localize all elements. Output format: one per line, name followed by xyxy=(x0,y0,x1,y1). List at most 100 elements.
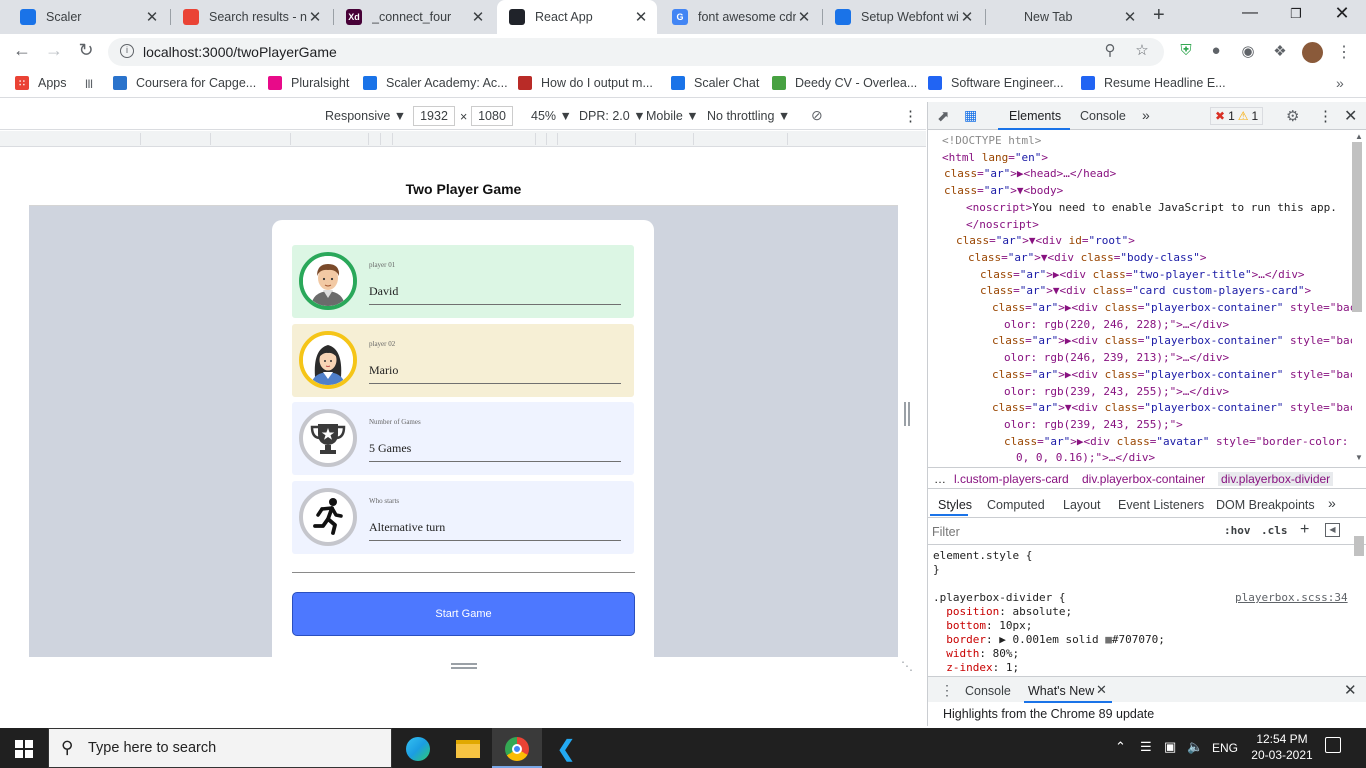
bookmark-item[interactable]: Pluralsight xyxy=(268,76,349,90)
reload-icon[interactable]: ↻ xyxy=(74,40,98,61)
viewport-bottom-resize-handle[interactable] xyxy=(451,663,477,669)
volume-icon[interactable]: 🔈 xyxy=(1187,739,1203,755)
tab-close-icon[interactable]: ✕ xyxy=(1122,8,1138,26)
dom-node-line[interactable]: class="ar">▼<div class="playerbox-contai… xyxy=(992,400,1352,417)
shield-extension-icon[interactable]: ⛨ xyxy=(1176,42,1196,62)
profile-avatar[interactable] xyxy=(1302,42,1323,63)
dom-scrollbar[interactable] xyxy=(1352,142,1362,312)
forward-icon[interactable]: → xyxy=(42,40,66,61)
device-toggle-icon[interactable]: ▦ xyxy=(964,107,977,124)
zoom-search-icon[interactable]: ⚲ xyxy=(1100,41,1120,61)
breadcrumb-more[interactable]: … xyxy=(934,472,946,486)
new-style-rule-icon[interactable]: + xyxy=(1300,521,1309,539)
styles-scrollbar[interactable] xyxy=(1354,536,1364,556)
tray-expand-icon[interactable]: ⌃ xyxy=(1115,739,1126,755)
breadcrumb-playerbox[interactable]: div.playerbox-container xyxy=(1082,472,1205,486)
browser-tab[interactable]: React App ✕ xyxy=(497,0,657,34)
scroll-down-icon[interactable]: ▼ xyxy=(1353,453,1365,463)
player-one-name[interactable]: David xyxy=(369,284,398,299)
bookmark-item[interactable]: How do I output m... xyxy=(518,76,653,90)
site-info-icon[interactable]: i xyxy=(120,44,134,58)
tab-elements[interactable]: Elements xyxy=(1009,109,1061,123)
games-value[interactable]: 5 Games xyxy=(369,441,411,456)
style-rule-line[interactable]: border: ▶ 0.001em solid ■#707070; xyxy=(933,633,1165,647)
who-starts-box[interactable]: Who starts Alternative turn xyxy=(292,481,634,554)
language-indicator[interactable]: ENG xyxy=(1212,741,1238,755)
dom-node-line[interactable]: class="ar">▼<div class="card custom-play… xyxy=(980,283,1311,300)
style-rule-line[interactable]: width: 80%; xyxy=(933,647,1019,661)
issues-counter[interactable]: ✖ 1 ⚠ 1 xyxy=(1210,107,1264,125)
who-starts-value[interactable]: Alternative turn xyxy=(369,520,445,535)
dom-tree[interactable]: <!DOCTYPE html> <html lang="en"> class="ar… xyxy=(928,131,1352,465)
number-of-games-box[interactable]: Number of Games 5 Games xyxy=(292,402,634,475)
drawer-tab-whats-new[interactable]: What's New xyxy=(1028,684,1094,698)
drawer-tab-console[interactable]: Console xyxy=(965,684,1011,698)
tab-close-icon[interactable]: ✕ xyxy=(470,8,486,26)
menu-kebab-icon[interactable]: ⋮ xyxy=(1334,42,1354,62)
browser-tab[interactable]: Search results - na ✕ xyxy=(171,0,331,34)
bookmark-item[interactable]: Software Engineer... xyxy=(928,76,1064,90)
dom-node-line[interactable]: class="ar">▼<body> xyxy=(944,183,1063,200)
width-input[interactable]: 1932 xyxy=(413,106,455,126)
bookmark-item[interactable]: Deedy CV - Overlea... xyxy=(772,76,917,90)
devtools-close-icon[interactable]: ✕ xyxy=(1344,106,1357,126)
dom-node-line[interactable]: <html lang="en"> xyxy=(942,150,1048,167)
cls-toggle[interactable]: .cls xyxy=(1261,524,1288,537)
file-explorer-icon[interactable] xyxy=(455,736,481,762)
tab-close-icon[interactable]: ✕ xyxy=(796,8,812,26)
throttle-select[interactable]: No throttling ▼ xyxy=(707,109,790,123)
player-two-box[interactable]: player 02 Mario xyxy=(292,324,634,397)
tab-console[interactable]: Console xyxy=(1080,109,1126,123)
dom-node-line[interactable]: <!DOCTYPE html> xyxy=(942,133,1041,150)
vscode-icon[interactable]: ❮ xyxy=(553,736,579,762)
games-avatar[interactable] xyxy=(299,409,357,467)
bookmark-item[interactable]: Coursera for Capge... xyxy=(113,76,256,90)
bookmark-star-icon[interactable]: ☆ xyxy=(1132,41,1152,61)
more-bookmarks-icon[interactable]: » xyxy=(1336,75,1344,91)
windows-start-icon[interactable] xyxy=(11,736,37,762)
more-tabs-icon[interactable]: » xyxy=(1142,107,1150,123)
browser-tab[interactable]: Xd _connect_four ✕ xyxy=(334,0,494,34)
scroll-up-icon[interactable]: ▲ xyxy=(1353,132,1365,142)
tab-styles[interactable]: Styles xyxy=(938,498,972,512)
bookmark-item[interactable]: Scaler Academy: Ac... xyxy=(363,76,508,90)
address-bar[interactable]: i localhost:3000/twoPlayerGame ⚲ ☆ xyxy=(108,38,1164,66)
dom-node-line[interactable]: olor: rgb(220, 246, 228);">…</div> xyxy=(1004,317,1229,334)
tab-layout[interactable]: Layout xyxy=(1063,498,1101,512)
breadcrumb-card[interactable]: l.custom-players-card xyxy=(954,472,1069,486)
dom-node-line[interactable]: <noscript>You need to enable JavaScript … xyxy=(966,200,1337,217)
media-query-ruler[interactable] xyxy=(0,131,926,147)
circle-extension-icon[interactable]: ● xyxy=(1206,42,1226,62)
dom-node-line[interactable]: </noscript> xyxy=(966,217,1039,234)
minimize-icon[interactable]: — xyxy=(1230,4,1270,22)
tab-event-listeners[interactable]: Event Listeners xyxy=(1118,498,1204,512)
dom-node-line[interactable]: class="ar">▼<div id="root"> xyxy=(956,233,1135,250)
style-rule-line[interactable]: bottom: 10px; xyxy=(933,619,1032,633)
more-style-tabs-icon[interactable]: » xyxy=(1328,495,1336,511)
tab-dom-breakpoints[interactable]: DOM Breakpoints xyxy=(1216,498,1315,512)
bookmark-item[interactable]: ∷ Apps xyxy=(15,76,67,90)
drawer-close-icon[interactable]: ✕ xyxy=(1344,681,1357,699)
tab-close-icon[interactable]: ✕ xyxy=(307,8,323,26)
tab-close-icon[interactable]: ✕ xyxy=(633,8,649,26)
start-game-button[interactable]: Start Game xyxy=(292,592,635,636)
player-two-avatar[interactable] xyxy=(299,331,357,389)
network-icon[interactable]: ☰ xyxy=(1140,739,1152,755)
tab-close-icon[interactable]: ✕ xyxy=(959,8,975,26)
taskbar-search[interactable]: ⚲ Type here to search xyxy=(48,728,392,768)
dom-node-line[interactable]: olor: rgb(239, 243, 255);">…</div> xyxy=(1004,384,1229,401)
breadcrumb-divider[interactable]: div.playerbox-divider xyxy=(1218,472,1334,486)
new-tab-icon[interactable]: + xyxy=(1153,4,1165,27)
bookmark-item[interactable]: Scaler Chat xyxy=(671,76,759,90)
style-rule-line[interactable]: .playerbox-divider { xyxy=(933,591,1065,605)
devtools-split-handle[interactable] xyxy=(904,402,910,426)
dom-node-line[interactable]: olor: rgb(239, 243, 255);"> xyxy=(1004,417,1183,434)
style-rule-line[interactable]: position: absolute; xyxy=(933,605,1072,619)
styles-pane[interactable]: element.style {} .playerbox-divider {play… xyxy=(928,546,1352,674)
clock-date[interactable]: 20-03-2021 xyxy=(1248,748,1316,762)
edge-icon[interactable] xyxy=(405,736,431,762)
hov-toggle[interactable]: :hov xyxy=(1224,524,1251,537)
device-type-select[interactable]: Mobile ▼ xyxy=(646,109,699,123)
tab-computed[interactable]: Computed xyxy=(987,498,1045,512)
dom-node-line[interactable]: class="ar">▶<div class="playerbox-contai… xyxy=(992,300,1352,317)
